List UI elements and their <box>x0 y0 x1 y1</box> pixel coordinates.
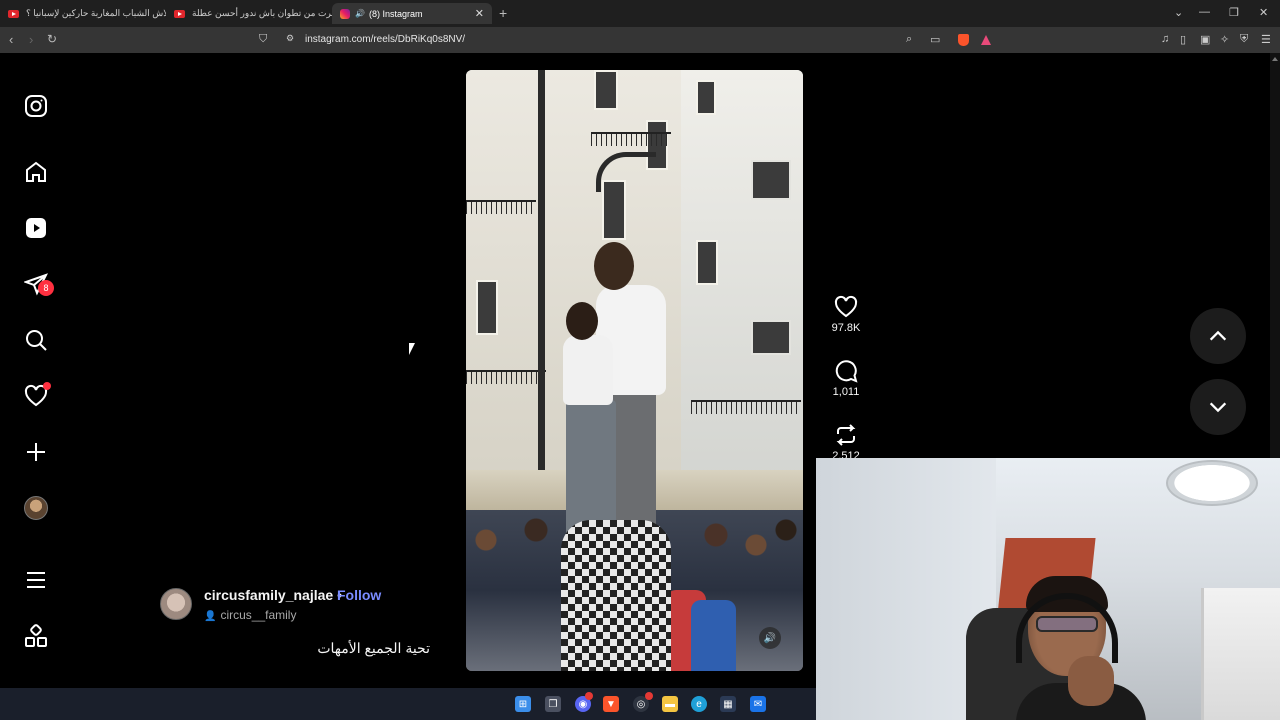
more-apps-icon[interactable] <box>22 622 50 650</box>
new-tab-button[interactable]: + <box>499 5 507 21</box>
site-info-icon[interactable]: ⚙ <box>286 33 294 44</box>
browser-menu-icon[interactable]: ☰ <box>1261 33 1271 46</box>
notification-dot <box>43 382 51 390</box>
vpn-icon[interactable]: ⛨ <box>1240 33 1248 46</box>
mouse-cursor <box>409 343 415 355</box>
repost-count: 2,512 <box>832 450 860 458</box>
browser-tab[interactable]: سافرت من تطوان باش ندور أحسن عطلة <box>166 3 332 24</box>
wallet-icon[interactable]: ▣ <box>1200 33 1210 46</box>
file-explorer-icon[interactable]: ▬ <box>662 696 678 712</box>
start-icon[interactable]: ⊞ <box>515 696 531 712</box>
chevron-up-icon <box>1209 330 1227 341</box>
store-icon[interactable]: ▦ <box>720 696 736 712</box>
back-button[interactable]: ‹ <box>9 32 13 47</box>
restore-button[interactable]: ❐ <box>1229 6 1239 19</box>
comment-count: 1,011 <box>832 386 860 398</box>
discord-badge <box>585 692 593 700</box>
instagram-logo-icon[interactable] <box>22 92 50 120</box>
tab-title: علاش الشباب المغاربة حاركين لإسبانيا ؟ <box>26 8 166 18</box>
reload-button[interactable]: ↻ <box>47 32 57 46</box>
menu-icon[interactable] <box>22 566 50 594</box>
comment-icon <box>835 360 858 383</box>
task-view-icon[interactable]: ❐ <box>545 696 561 712</box>
volume-icon[interactable]: 🔊 <box>759 627 781 649</box>
cast-icon[interactable]: ▭ <box>930 33 940 46</box>
repost-icon <box>836 424 856 446</box>
mail-icon[interactable]: ✉ <box>750 696 766 712</box>
previous-reel-button[interactable] <box>1190 308 1246 364</box>
audio-name[interactable]: circus__family <box>220 608 296 622</box>
message-count-badge: 8 <box>38 280 54 296</box>
tab-title: سافرت من تطوان باش ندور أحسن عطلة <box>192 8 332 18</box>
close-tab-icon[interactable]: ✕ <box>475 7 484 20</box>
leo-ai-icon[interactable]: ✧ <box>1220 33 1229 46</box>
tab-title: (8) Instagram <box>368 8 423 19</box>
chrome-badge <box>645 692 653 700</box>
author-username[interactable]: circusfamily_najlae • <box>204 587 342 603</box>
reels-icon[interactable] <box>22 214 50 242</box>
messages-icon[interactable]: 8 <box>22 270 54 298</box>
comment-button[interactable]: 1,011 <box>830 359 862 398</box>
repost-button[interactable]: 2,512 <box>830 423 862 458</box>
next-reel-button[interactable] <box>1190 379 1246 435</box>
create-icon[interactable] <box>22 438 50 466</box>
follow-button[interactable]: Follow <box>337 587 381 603</box>
heart-icon <box>834 295 858 318</box>
webcam-overlay <box>816 458 1280 720</box>
browser-address-bar: ‹ › ↻ ⛉ ⚙ instagram.com/reels/DbRiKq0s8N… <box>0 27 1280 53</box>
youtube-icon <box>8 9 19 18</box>
home-icon[interactable] <box>22 158 50 186</box>
profile-avatar[interactable] <box>22 494 50 522</box>
browser-tab-bar: علاش الشباب المغاربة حاركين لإسبانيا ؟ س… <box>0 0 1280 27</box>
edge-icon[interactable]: e <box>691 696 707 712</box>
browser-tab-active[interactable]: 🔊 (8) Instagram ✕ <box>332 3 492 24</box>
url-field[interactable]: instagram.com/reels/DbRiKq0s8NV/ <box>305 34 465 45</box>
like-count: 97.8K <box>831 322 861 334</box>
like-button[interactable]: 97.8K <box>830 295 862 334</box>
brave-browser-icon[interactable]: ▼ <box>603 696 619 712</box>
instagram-icon <box>340 8 350 19</box>
bookmark-icon[interactable]: ⛉ <box>259 33 267 46</box>
author-avatar[interactable] <box>160 588 192 620</box>
brave-rewards-icon[interactable] <box>981 35 991 45</box>
instagram-sidebar: 8 <box>0 53 72 688</box>
notifications-icon[interactable] <box>22 382 51 410</box>
browser-tab[interactable]: علاش الشباب المغاربة حاركين لإسبانيا ؟ <box>0 3 166 24</box>
speaker-icon: 🔊 <box>355 9 365 18</box>
audio-label[interactable]: 👤 circus__family <box>204 608 296 622</box>
sidebar-toggle-icon[interactable]: ▯ <box>1180 33 1186 46</box>
author-username-text[interactable]: circusfamily_najlae <box>204 587 333 603</box>
forward-button[interactable]: › <box>29 32 33 47</box>
close-window-button[interactable]: ✕ <box>1259 6 1268 19</box>
zoom-icon[interactable]: ⌕ <box>906 33 912 46</box>
person-icon: 👤 <box>204 611 217 622</box>
media-icon[interactable]: ♫ <box>1161 33 1169 45</box>
reel-caption: تحية الجميع الأمهات <box>317 640 430 656</box>
reel-video[interactable]: 🔊 <box>466 70 803 671</box>
minimize-button[interactable]: — <box>1199 6 1210 18</box>
search-icon[interactable] <box>22 326 50 354</box>
youtube-icon <box>174 9 185 18</box>
brave-shields-icon[interactable] <box>958 34 969 46</box>
tab-list-chevron-icon[interactable]: ⌄ <box>1174 6 1183 19</box>
chevron-down-icon <box>1209 402 1227 413</box>
